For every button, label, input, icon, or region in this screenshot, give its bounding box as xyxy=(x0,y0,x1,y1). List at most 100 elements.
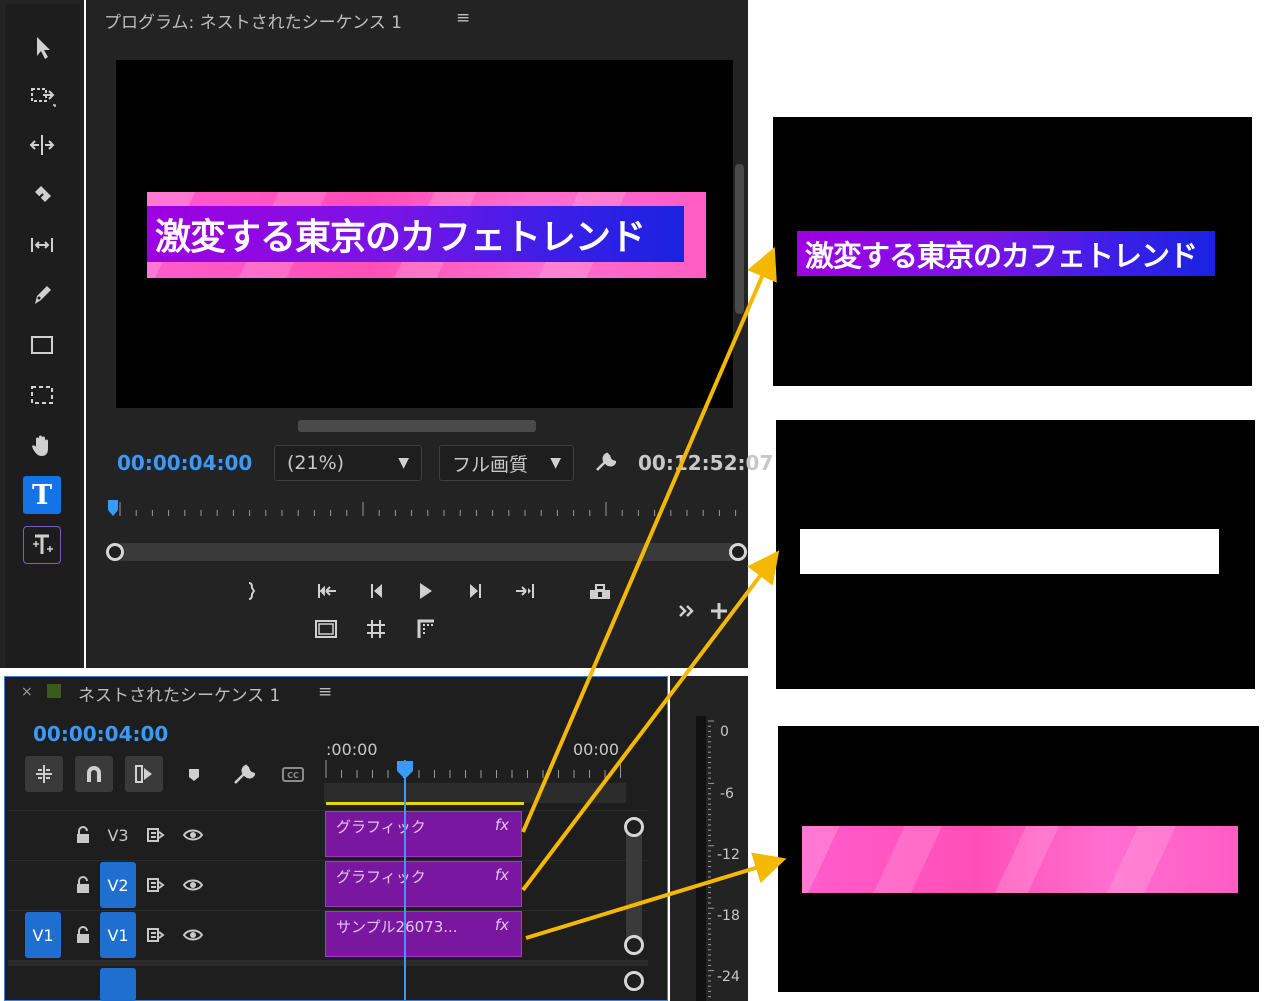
program-vertical-scrollbar[interactable] xyxy=(735,164,744,314)
preview-title-banner: 激変する東京のカフェトレンド xyxy=(797,231,1215,276)
timeline-close-icon[interactable]: × xyxy=(21,684,33,700)
clip-name: グラフィック xyxy=(336,818,426,836)
timeline-scroll-top-handle[interactable] xyxy=(624,817,644,837)
track-label-v3[interactable]: V3 xyxy=(100,812,136,858)
timeline-playhead-marker[interactable] xyxy=(396,760,414,780)
eye-icon[interactable] xyxy=(182,824,204,846)
render-status-bar xyxy=(326,802,524,805)
audio-meter-panel xyxy=(670,676,748,1001)
lock-icon[interactable] xyxy=(72,924,94,946)
sync-lock-icon[interactable] xyxy=(145,924,167,946)
pink-pattern-background xyxy=(802,826,1238,893)
timeline-menu-icon[interactable]: ≡ xyxy=(318,682,332,702)
quality-value: フル画質 xyxy=(452,453,529,476)
meter-label-24: -24 xyxy=(717,969,740,985)
meter-label-0: 0 xyxy=(720,724,729,740)
video-title-banner: 激変する東京のカフェトレンド xyxy=(147,192,706,278)
timeline-vertical-scrollbar[interactable] xyxy=(626,818,642,953)
rectangle-tool-icon[interactable] xyxy=(23,326,61,364)
ripple-edit-tool-icon[interactable] xyxy=(23,126,61,164)
clip-name: サンプル26073... xyxy=(336,918,458,936)
clip-graphic-v2[interactable]: グラフィック fx xyxy=(325,861,522,907)
program-menu-icon[interactable]: ≡ xyxy=(456,8,470,28)
timeline-work-area-bar[interactable] xyxy=(324,783,626,803)
timeline-time-ruler[interactable] xyxy=(324,758,626,782)
meter-label-6: -6 xyxy=(720,786,734,802)
clip-graphic-v3[interactable]: グラフィック fx xyxy=(325,811,522,857)
banner-title-text: 激変する東京のカフェトレンド xyxy=(155,217,646,258)
grid-icon[interactable] xyxy=(361,614,391,644)
track-select-tool-icon[interactable] xyxy=(23,76,61,114)
track-label-v1[interactable]: V1 xyxy=(100,912,136,958)
timeline-ruler-end: 00:00 xyxy=(573,740,620,759)
snap-icon[interactable] xyxy=(75,756,113,792)
timeline-scroll-handle-lower[interactable] xyxy=(624,971,644,991)
wrench-icon[interactable] xyxy=(594,451,617,473)
add-button-icon[interactable] xyxy=(704,596,734,626)
meter-label-12: -12 xyxy=(717,847,740,863)
lock-icon[interactable] xyxy=(72,874,94,896)
timeline-scroll-bottom-handle[interactable] xyxy=(624,935,644,955)
tools-panel: T xyxy=(0,0,84,668)
eye-icon[interactable] xyxy=(182,874,204,896)
program-video-frame[interactable]: 激変する東京のカフェトレンド xyxy=(116,60,733,408)
go-to-in-icon[interactable] xyxy=(312,576,342,606)
step-back-icon[interactable] xyxy=(362,576,392,606)
source-patch-v1[interactable]: V1 xyxy=(25,912,61,958)
preview-background-layer xyxy=(778,726,1259,992)
zoom-bar-left-handle[interactable] xyxy=(106,543,124,561)
sequence-color-swatch xyxy=(47,684,61,698)
zoom-dropdown[interactable]: (21%) ▼ xyxy=(274,445,422,481)
pen-tool-icon[interactable] xyxy=(23,276,61,314)
eye-icon[interactable] xyxy=(182,924,204,946)
fx-badge[interactable]: fx xyxy=(495,916,509,934)
chevron-down-icon: ▼ xyxy=(550,455,561,471)
timeline-sequence-tab[interactable]: ネストされたシーケンス 1 xyxy=(78,681,280,706)
play-icon[interactable] xyxy=(410,576,440,606)
playhead-timecode[interactable]: 00:00:04:00 xyxy=(117,451,252,475)
hand-tool-icon[interactable] xyxy=(23,426,61,464)
selection-tool-icon[interactable] xyxy=(23,28,61,66)
chevron-down-icon: ▼ xyxy=(398,455,409,471)
captions-icon[interactable]: CC xyxy=(279,760,307,788)
preview-title-layer: 激変する東京のカフェトレンド xyxy=(773,117,1252,386)
preview-title-text: 激変する東京のカフェトレンド xyxy=(805,238,1198,273)
more-controls-icon[interactable] xyxy=(672,596,702,626)
type-tool-icon[interactable]: T xyxy=(23,476,61,514)
timeline-playhead-line[interactable] xyxy=(404,760,406,1000)
vertical-type-tool-icon[interactable] xyxy=(23,526,61,564)
program-monitor-title[interactable]: プログラム: ネストされたシーケンス 1 xyxy=(104,8,402,33)
slip-tool-icon[interactable] xyxy=(23,226,61,264)
mark-out-icon[interactable] xyxy=(235,576,265,606)
nest-toggle-icon[interactable] xyxy=(25,756,63,792)
preview-gradient-bar: 激変する東京のカフェトレンド xyxy=(797,231,1215,276)
lock-icon[interactable] xyxy=(72,824,94,846)
go-to-out-icon[interactable] xyxy=(510,576,540,606)
track-label-v2[interactable]: V2 xyxy=(100,862,136,908)
sync-lock-icon[interactable] xyxy=(145,824,167,846)
safe-margins-icon[interactable] xyxy=(311,614,341,644)
track-label-a1[interactable] xyxy=(100,968,136,1001)
zoom-value: (21%) xyxy=(287,452,345,474)
sync-lock-icon[interactable] xyxy=(145,874,167,896)
timeline-wrench-icon[interactable] xyxy=(229,760,257,788)
program-horizontal-scrollbar[interactable] xyxy=(298,420,536,432)
export-frame-icon[interactable] xyxy=(585,576,615,606)
quality-dropdown[interactable]: フル画質 ▼ xyxy=(439,445,574,481)
audio-meter-scale xyxy=(696,716,714,1001)
add-marker-icon[interactable] xyxy=(180,760,208,788)
fx-badge[interactable]: fx xyxy=(495,816,509,834)
marquee-tool-icon[interactable] xyxy=(23,376,61,414)
step-forward-icon[interactable] xyxy=(460,576,490,606)
preview-matte-layer xyxy=(776,420,1255,689)
meter-label-18: -18 xyxy=(717,908,740,924)
program-zoom-bar[interactable] xyxy=(114,543,738,561)
razor-tool-icon[interactable] xyxy=(23,176,61,214)
timeline-timecode[interactable]: 00:00:04:00 xyxy=(33,722,168,746)
proxy-toggle-icon[interactable] xyxy=(411,614,441,644)
zoom-bar-right-handle[interactable] xyxy=(729,543,747,561)
program-time-ruler[interactable] xyxy=(108,496,748,520)
clip-sample-v1[interactable]: サンプル26073... fx xyxy=(325,911,522,957)
fx-badge[interactable]: fx xyxy=(495,866,509,884)
linked-selection-icon[interactable] xyxy=(125,756,163,792)
